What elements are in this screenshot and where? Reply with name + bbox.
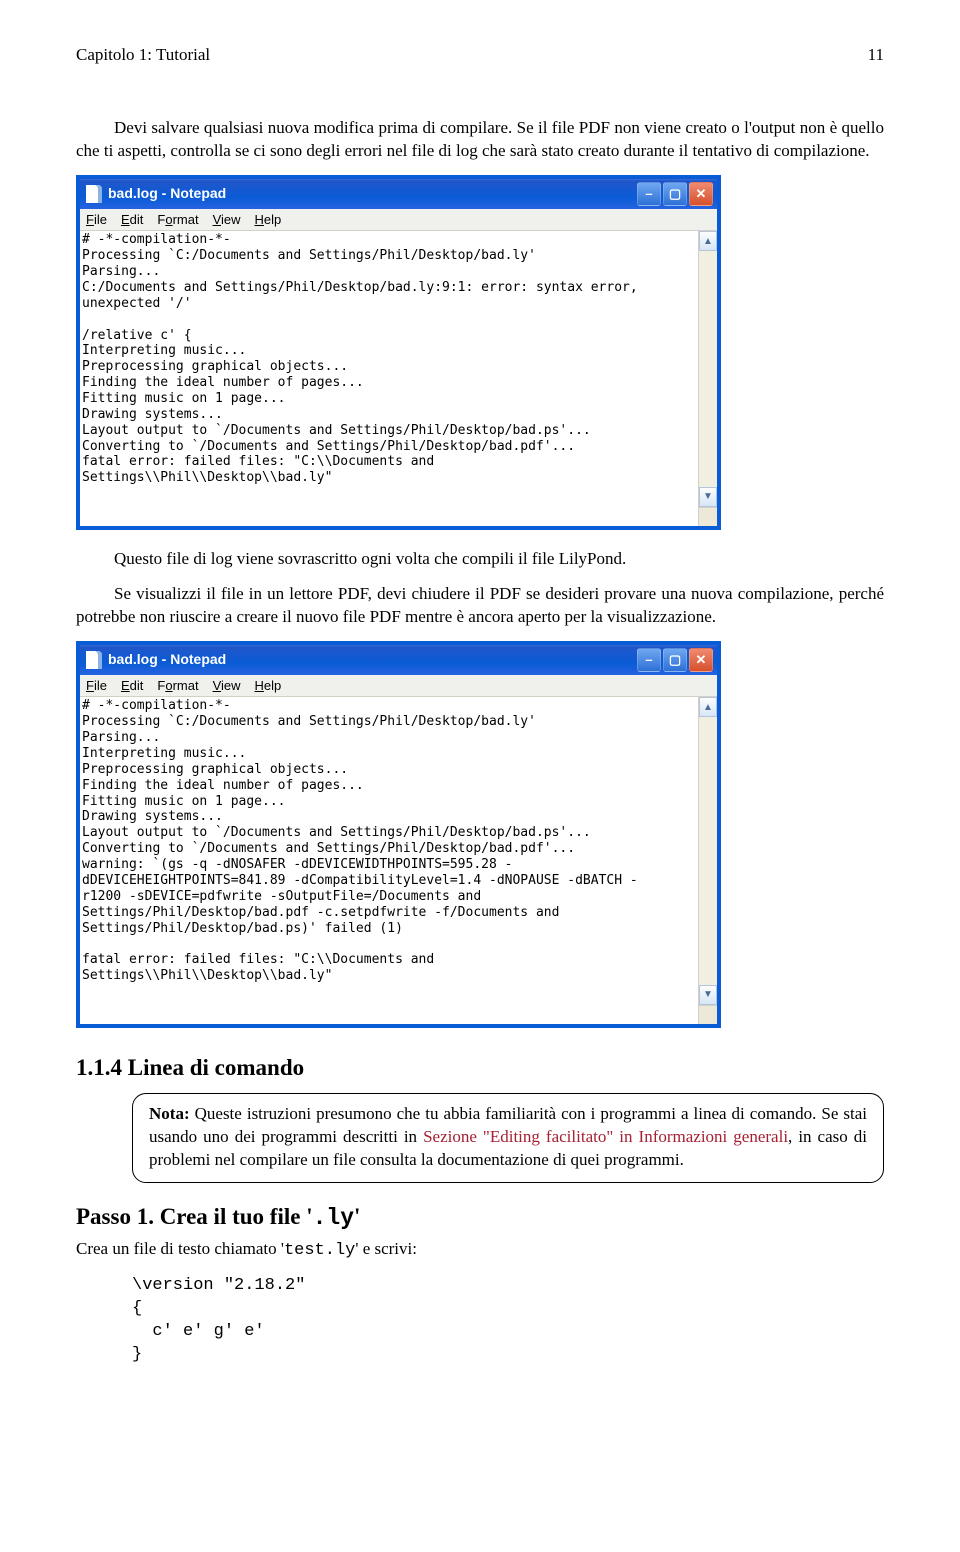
paragraph-2a: Questo file di log viene sovrascritto og… — [76, 548, 884, 571]
maximize-button[interactable]: ▢ — [663, 182, 687, 206]
paragraph-1: Devi salvare qualsiasi nuova modifica pr… — [76, 117, 884, 163]
titlebar: bad.log - Notepad – ▢ ✕ — [80, 179, 717, 209]
note-label: Nota: — [149, 1104, 190, 1123]
step-prefix: Passo 1. Crea il tuo file ' — [76, 1204, 313, 1229]
menu-format[interactable]: Format — [157, 677, 198, 695]
minimize-button[interactable]: – — [637, 648, 661, 672]
scroll-up-icon[interactable]: ▲ — [699, 697, 717, 717]
editor-content[interactable]: # -*-compilation-*- Processing `C:/Docum… — [80, 231, 698, 526]
menu-file[interactable]: File — [86, 211, 107, 229]
notepad-window-2: bad.log - Notepad – ▢ ✕ File Edit Format… — [76, 641, 721, 1028]
minimize-button[interactable]: – — [637, 182, 661, 206]
step-body-2: ' e scrivi: — [355, 1239, 417, 1258]
close-button[interactable]: ✕ — [689, 648, 713, 672]
scroll-up-icon[interactable]: ▲ — [699, 231, 717, 251]
note-link[interactable]: Sezione "Editing facilitato" in Informaz… — [423, 1127, 788, 1146]
step-instruction: Crea un file di testo chiamato 'test.ly'… — [76, 1238, 884, 1263]
notepad-icon — [86, 651, 102, 669]
window-title: bad.log - Notepad — [108, 184, 637, 203]
scroll-down-icon[interactable]: ▼ — [699, 487, 717, 507]
menubar: File Edit Format View Help — [80, 675, 717, 698]
scroll-down-icon[interactable]: ▼ — [699, 985, 717, 1005]
vertical-scrollbar[interactable]: ▲ ▼ — [698, 697, 717, 1023]
note-box: Nota: Queste istruzioni presumono che tu… — [132, 1093, 884, 1183]
step-mono: .ly — [313, 1205, 354, 1231]
editor-content[interactable]: # -*-compilation-*- Processing `C:/Docum… — [80, 697, 698, 1023]
menu-format[interactable]: Format — [157, 211, 198, 229]
menu-view[interactable]: View — [213, 211, 241, 229]
section-heading: 1.1.4 Linea di comando — [76, 1052, 884, 1083]
notepad-window-1: bad.log - Notepad – ▢ ✕ File Edit Format… — [76, 175, 721, 530]
scroll-track[interactable] — [699, 717, 717, 984]
menu-edit[interactable]: Edit — [121, 677, 143, 695]
notepad-icon — [86, 185, 102, 203]
maximize-button[interactable]: ▢ — [663, 648, 687, 672]
scroll-track[interactable] — [699, 251, 717, 487]
titlebar: bad.log - Notepad – ▢ ✕ — [80, 645, 717, 675]
step-body-1: Crea un file di testo chiamato ' — [76, 1239, 284, 1258]
menu-file[interactable]: File — [86, 677, 107, 695]
vertical-scrollbar[interactable]: ▲ ▼ — [698, 231, 717, 526]
header-page-number: 11 — [868, 44, 884, 67]
menu-edit[interactable]: Edit — [121, 211, 143, 229]
step-heading: Passo 1. Crea il tuo file '.ly' — [76, 1201, 884, 1234]
code-block: \version "2.18.2" { c' e' g' e' } — [132, 1275, 884, 1367]
close-button[interactable]: ✕ — [689, 182, 713, 206]
resize-grip[interactable] — [699, 1005, 717, 1024]
resize-grip[interactable] — [699, 507, 717, 526]
header-left: Capitolo 1: Tutorial — [76, 44, 210, 67]
menu-view[interactable]: View — [213, 677, 241, 695]
step-suffix: ' — [354, 1204, 360, 1229]
menu-help[interactable]: Help — [255, 677, 282, 695]
running-header: Capitolo 1: Tutorial 11 — [76, 44, 884, 67]
paragraph-2b: Se visualizzi il file in un lettore PDF,… — [76, 583, 884, 629]
window-title: bad.log - Notepad — [108, 650, 637, 669]
menu-help[interactable]: Help — [255, 211, 282, 229]
menubar: File Edit Format View Help — [80, 209, 717, 232]
step-body-mono: test.ly — [284, 1241, 355, 1260]
